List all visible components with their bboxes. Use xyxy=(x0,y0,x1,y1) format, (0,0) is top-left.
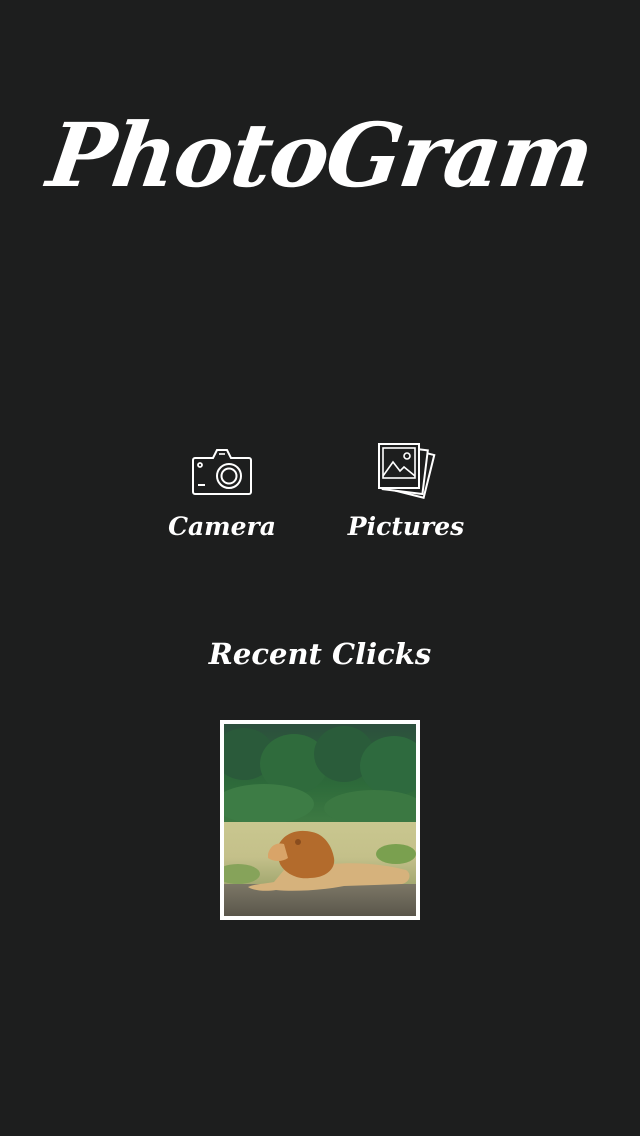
pictures-button[interactable]: Pictures xyxy=(340,440,472,541)
photo-stack-icon xyxy=(378,443,436,499)
camera-label: Camera xyxy=(168,512,276,541)
app-title: PhotoGram xyxy=(41,103,599,207)
recent-photo-thumbnail[interactable] xyxy=(220,720,420,920)
lion-photo-image xyxy=(224,724,416,916)
camera-button[interactable]: Camera xyxy=(160,440,284,541)
home-screen: PhotoGram Camera Pictures Recent Clicks xyxy=(0,0,640,1136)
pictures-label: Pictures xyxy=(347,512,465,541)
recent-clicks-heading: Recent Clicks xyxy=(208,637,432,671)
camera-icon xyxy=(192,449,252,495)
